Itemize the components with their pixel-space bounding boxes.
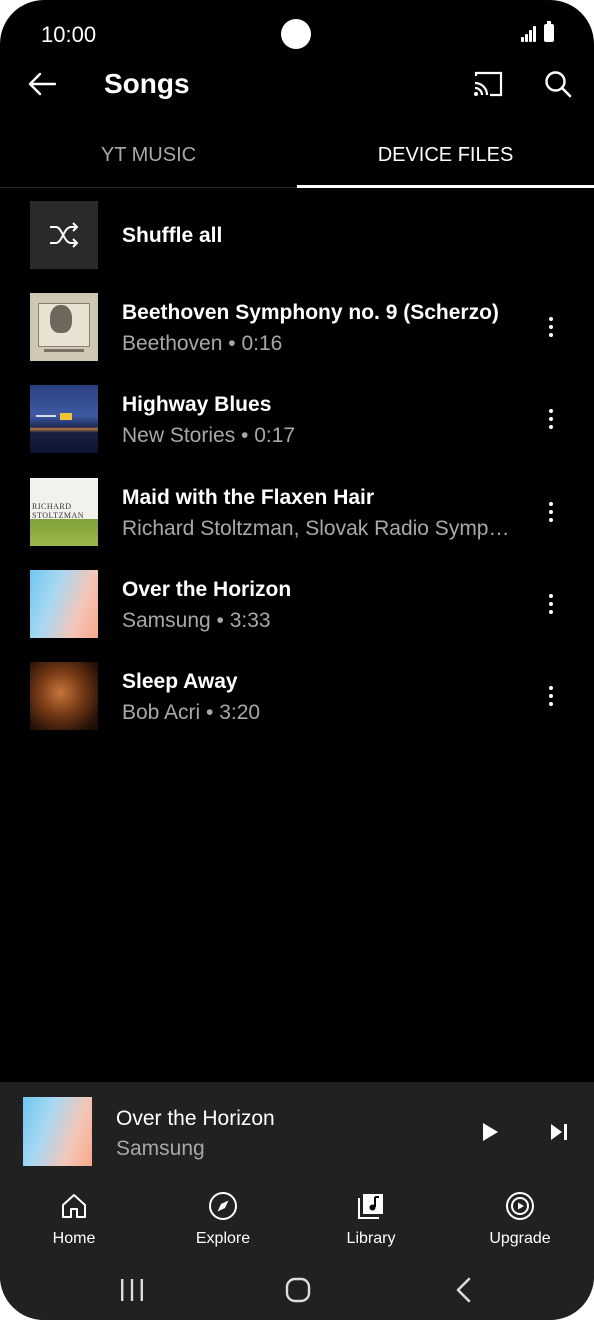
- nav-explore-label: Explore: [195, 1230, 251, 1247]
- system-home-button[interactable]: [278, 1270, 318, 1310]
- song-subtitle: Bob Acri • 3:20: [122, 701, 261, 724]
- nav-explore[interactable]: Explore: [168, 1190, 278, 1254]
- mini-player-artist: Samsung: [116, 1137, 205, 1160]
- search-button[interactable]: [538, 64, 578, 104]
- home-icon: [58, 1190, 90, 1222]
- more-vert-icon: [549, 594, 553, 614]
- nav-library[interactable]: Library: [316, 1190, 426, 1254]
- album-art: [30, 570, 98, 638]
- song-subtitle: Beethoven • 0:16: [122, 332, 283, 355]
- bottom-navigation: Home Explore Library Upgrade: [0, 1180, 594, 1260]
- system-back-button[interactable]: [444, 1270, 484, 1310]
- recent-apps-icon: [121, 1279, 143, 1301]
- skip-next-button[interactable]: [541, 1114, 577, 1150]
- song-title: Maid with the Flaxen Hair: [122, 486, 375, 509]
- play-icon: [483, 1123, 498, 1141]
- more-options-button[interactable]: [536, 681, 566, 711]
- album-art: [30, 385, 98, 453]
- song-row-sleep-away[interactable]: Sleep Away Bob Acri • 3:20: [0, 662, 594, 732]
- page-title: Songs: [104, 68, 190, 99]
- song-row-over-the-horizon[interactable]: Over the Horizon Samsung • 3:33: [0, 570, 594, 640]
- nav-upgrade-label: Upgrade: [489, 1230, 551, 1247]
- song-title: Sleep Away: [122, 670, 238, 693]
- system-back-icon: [456, 1277, 471, 1303]
- tab-device-files[interactable]: DEVICE FILES: [297, 122, 594, 188]
- song-subtitle: Richard Stoltzman, Slovak Radio Symp…: [122, 517, 510, 540]
- shuffle-thumbnail: [30, 201, 98, 269]
- more-options-button[interactable]: [536, 497, 566, 527]
- more-options-button[interactable]: [536, 312, 566, 342]
- cast-icon: [474, 71, 503, 97]
- mini-player-title: Over the Horizon: [116, 1107, 275, 1130]
- song-row-beethoven[interactable]: Beethoven Symphony no. 9 (Scherzo) Beeth…: [0, 293, 594, 363]
- album-art-text: RICHARD: [32, 502, 72, 511]
- nav-home[interactable]: Home: [19, 1190, 129, 1254]
- album-art: RICHARD STOLTZMAN: [30, 478, 98, 546]
- more-options-button[interactable]: [536, 404, 566, 434]
- shuffle-all-label: Shuffle all: [122, 224, 223, 247]
- camera-cutout: [281, 19, 311, 49]
- tab-yt-music[interactable]: YT MUSIC: [0, 122, 297, 188]
- song-subtitle: Samsung • 3:33: [122, 609, 271, 632]
- arrow-back-icon: [28, 72, 57, 96]
- home-circle-icon: [285, 1277, 311, 1303]
- more-vert-icon: [549, 317, 553, 337]
- status-icons: [521, 21, 554, 42]
- phone-screen: 10:00 Songs YT MUSIC DEVICE FILES Shuffl…: [0, 0, 594, 1320]
- status-bar: 10:00: [0, 0, 594, 64]
- library-music-icon: [355, 1190, 387, 1222]
- song-title: Over the Horizon: [122, 578, 292, 601]
- nav-library-label: Library: [346, 1230, 396, 1247]
- tab-indicator: [297, 185, 594, 188]
- skip-next-icon: [551, 1124, 567, 1140]
- recent-apps-button[interactable]: [112, 1270, 152, 1310]
- mini-player[interactable]: Over the Horizon Samsung: [0, 1082, 594, 1180]
- search-icon: [545, 71, 572, 98]
- album-art: [30, 662, 98, 730]
- cast-button[interactable]: [468, 64, 508, 104]
- more-vert-icon: [549, 686, 553, 706]
- song-title: Beethoven Symphony no. 9 (Scherzo): [122, 301, 499, 324]
- signal-icon: [521, 25, 538, 42]
- song-title: Highway Blues: [122, 393, 272, 416]
- shuffle-all-row[interactable]: Shuffle all: [0, 200, 594, 270]
- song-subtitle: New Stories • 0:17: [122, 424, 296, 447]
- more-vert-icon: [549, 502, 553, 522]
- album-art-text: STOLTZMAN: [32, 511, 85, 520]
- battery-icon: [544, 21, 554, 42]
- back-button[interactable]: [22, 64, 62, 104]
- system-navigation-bar: [0, 1260, 594, 1320]
- more-vert-icon: [549, 409, 553, 429]
- nav-upgrade[interactable]: Upgrade: [465, 1190, 575, 1254]
- more-options-button[interactable]: [536, 589, 566, 619]
- mini-player-album-art: [23, 1097, 92, 1166]
- album-art: [30, 293, 98, 361]
- app-bar: Songs: [0, 56, 594, 112]
- song-row-maid-flaxen-hair[interactable]: RICHARD STOLTZMAN Maid with the Flaxen H…: [0, 478, 594, 548]
- play-button[interactable]: [472, 1114, 508, 1150]
- tab-bar: YT MUSIC DEVICE FILES: [0, 122, 594, 188]
- song-row-highway-blues[interactable]: Highway Blues New Stories • 0:17: [0, 385, 594, 455]
- upgrade-play-icon: [504, 1190, 536, 1222]
- compass-icon: [207, 1190, 239, 1222]
- status-time: 10:00: [41, 22, 97, 47]
- shuffle-icon: [50, 222, 79, 248]
- nav-home-label: Home: [52, 1230, 96, 1247]
